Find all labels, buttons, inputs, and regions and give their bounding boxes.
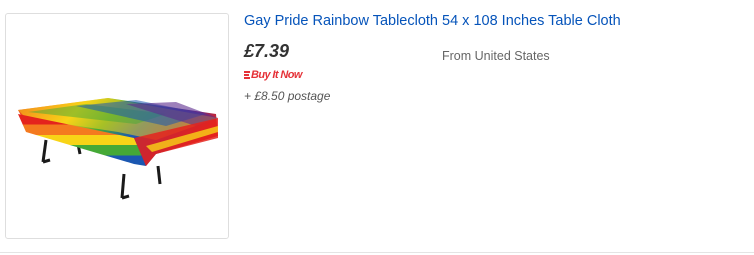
buy-it-now-badge: Buy It Now [244, 68, 302, 82]
buy-it-now-label: Buy It Now [251, 69, 302, 81]
speed-lines-icon [244, 71, 250, 79]
item-location: From United States [442, 49, 550, 63]
listing-title-link[interactable]: Gay Pride Rainbow Tablecloth 54 x 108 In… [244, 13, 621, 29]
listing-price: £7.39 [244, 41, 290, 61]
product-thumbnail[interactable] [5, 13, 229, 239]
rainbow-tablecloth-image [18, 98, 218, 200]
postage-cost: + £8.50 postage [244, 89, 331, 103]
search-result-listing: Gay Pride Rainbow Tablecloth 54 x 108 In… [0, 0, 754, 253]
